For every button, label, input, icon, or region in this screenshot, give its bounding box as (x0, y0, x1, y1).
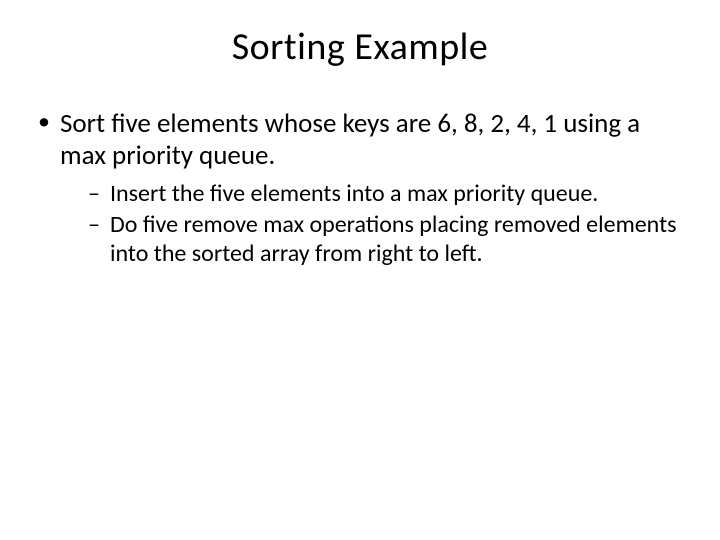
slide-body: Sort five elements whose keys are 6, 8, … (0, 70, 720, 269)
bullet-text: Do five remove max operations placing re… (110, 210, 677, 268)
list-item: Do five remove max operations placing re… (88, 210, 686, 269)
bullet-list-level2: Insert the five elements into a max prio… (60, 179, 686, 269)
slide-title: Sorting Example (0, 0, 720, 70)
list-item: Sort five elements whose keys are 6, 8, … (34, 108, 686, 269)
list-item: Insert the five elements into a max prio… (88, 179, 686, 208)
bullet-text: Sort five elements whose keys are 6, 8, … (60, 107, 640, 172)
bullet-text: Insert the five elements into a max prio… (110, 179, 598, 208)
bullet-list-level1: Sort five elements whose keys are 6, 8, … (34, 108, 686, 269)
slide: Sorting Example Sort five elements whose… (0, 0, 720, 540)
